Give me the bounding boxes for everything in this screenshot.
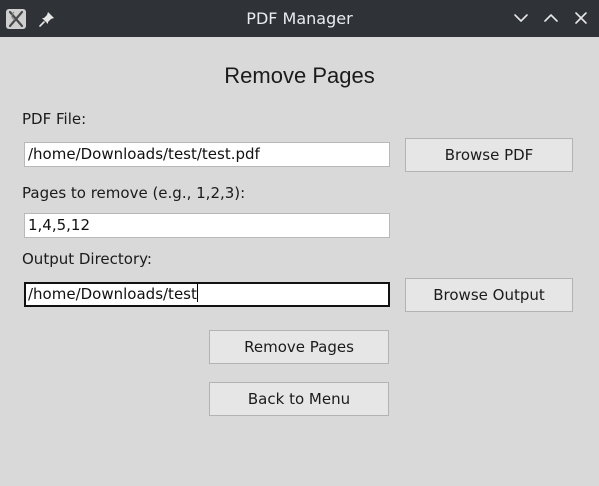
back-to-menu-button[interactable]: Back to Menu <box>209 382 389 416</box>
output-directory-label: Output Directory: <box>22 250 152 268</box>
page-title: Remove Pages <box>224 63 375 88</box>
close-icon[interactable] <box>572 9 590 27</box>
pdf-file-input[interactable]: /home/Downloads/test/test.pdf <box>24 142 390 167</box>
remove-pages-button[interactable]: Remove Pages <box>209 330 389 364</box>
pdf-file-label: PDF File: <box>22 110 87 128</box>
pdf-manager-window: PDF Manager Remove Pages PDF File: /home… <box>0 0 599 486</box>
text-caret <box>196 284 198 302</box>
pages-to-remove-value: 1,4,5,12 <box>28 216 91 234</box>
output-directory-input[interactable]: /home/Downloads/test <box>24 282 390 307</box>
pages-to-remove-input[interactable]: 1,4,5,12 <box>24 213 390 238</box>
output-directory-value: /home/Downloads/test <box>28 285 197 303</box>
chevron-up-icon[interactable] <box>542 9 560 27</box>
pages-to-remove-label: Pages to remove (e.g., 1,2,3): <box>22 184 246 202</box>
window-title: PDF Manager <box>246 9 353 28</box>
title-bar[interactable]: PDF Manager <box>0 0 599 37</box>
chevron-down-icon[interactable] <box>512 9 530 27</box>
pdf-file-value: /home/Downloads/test/test.pdf <box>28 145 260 163</box>
browse-output-button[interactable]: Browse Output <box>405 278 573 312</box>
browse-pdf-button[interactable]: Browse PDF <box>405 138 573 172</box>
